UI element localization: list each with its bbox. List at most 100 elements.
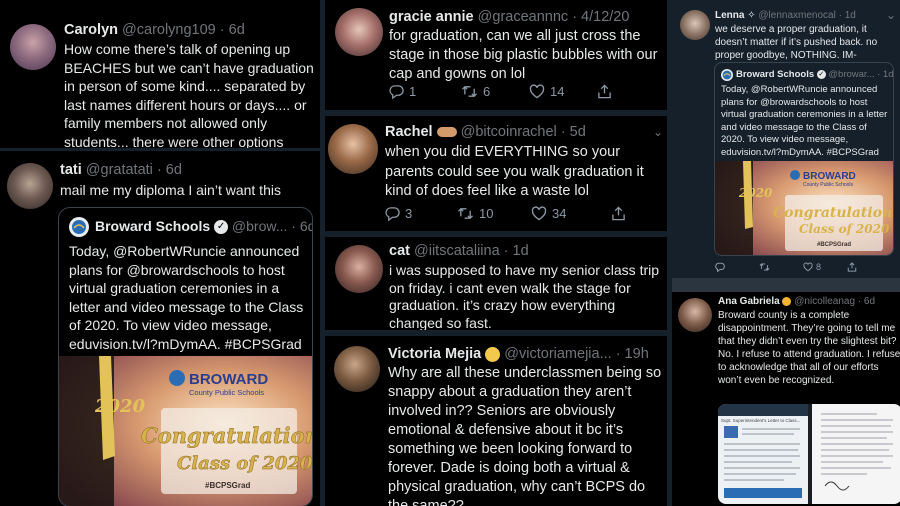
graduation-image[interactable]: BROWARD County Public Schools 2020 Congr…	[59, 356, 312, 506]
tweet-text: How come there’s talk of opening up BEAC…	[64, 41, 314, 148]
retweet-button[interactable]: 10	[457, 206, 531, 221]
author-handle[interactable]: @lennaxmenocal	[758, 10, 835, 21]
tweet-header: cat @iitscataliina · 1d	[389, 243, 529, 259]
reply-icon	[715, 262, 725, 272]
like-button[interactable]: 14	[529, 84, 597, 99]
congratulations-graphic: BROWARD County Public Schools 2020 Congr…	[715, 161, 893, 255]
tweet-ana-gabriela[interactable]: Ana Gabriela @nicolleanag · 6d Broward c…	[672, 292, 900, 506]
avatar[interactable]	[680, 10, 710, 40]
reply-button[interactable]	[715, 262, 759, 272]
avatar[interactable]	[335, 245, 383, 293]
author-handle[interactable]: @bitcoinrachel	[461, 124, 557, 140]
quoted-tweet[interactable]: Broward Schools ✓ @browar... · 1d Today,…	[714, 62, 894, 256]
like-button[interactable]: 8	[803, 262, 847, 272]
author-handle[interactable]: @carolyng109	[122, 22, 216, 38]
letter-screenshot[interactable]: Supt. Superintendent's Letter to Class..…	[718, 404, 808, 504]
reply-button[interactable]: 1	[389, 84, 461, 99]
share-button[interactable]	[847, 262, 857, 272]
author-name[interactable]: Victoria Mejia	[388, 346, 481, 362]
author-name[interactable]: cat	[389, 243, 410, 259]
tweet-time: · 1d	[838, 10, 856, 21]
promo-logo-text: BROWARD	[803, 171, 856, 182]
tweet-time: · 6d	[156, 162, 182, 178]
reply-count: 1	[409, 84, 417, 99]
author-handle: @browar...	[828, 69, 875, 80]
chevron-down-icon[interactable]: ⌄	[653, 125, 663, 139]
tweet-carolyn[interactable]: Carolyn @carolyng109 · 6d How come there…	[0, 0, 320, 148]
quote-text: Today, @RobertWRuncie announced plans fo…	[69, 243, 304, 352]
author-handle[interactable]: @iitscataliina	[414, 243, 500, 259]
tweet-header: Carolyn @carolyng109 · 6d	[64, 22, 245, 38]
avatar[interactable]	[334, 346, 380, 392]
tweet-header: gracie annie @graceannnc · 4/12/20	[389, 9, 629, 25]
author-handle: @brow...	[231, 218, 288, 234]
tweet-text: Broward county is a complete disappointm…	[718, 310, 900, 386]
avatar[interactable]	[328, 124, 378, 174]
author-handle[interactable]: @gratatati	[86, 162, 153, 178]
letter-page[interactable]	[812, 404, 900, 504]
retweet-count: 10	[479, 206, 494, 221]
tweet-gracie-annie[interactable]: gracie annie @graceannnc · 4/12/20 for g…	[325, 0, 667, 110]
share-button[interactable]	[611, 206, 626, 221]
verified-icon: ✓	[214, 220, 229, 235]
quoted-tweet[interactable]: Broward Schools ✓ @brow... · 6d Today, @…	[58, 207, 313, 506]
share-button[interactable]	[597, 84, 612, 99]
author-handle[interactable]: @nicolleanag	[794, 296, 855, 307]
school-logo-icon	[722, 70, 732, 80]
like-count: 14	[550, 84, 565, 99]
author-name[interactable]: Carolyn	[64, 22, 118, 38]
tweet-actions: 3 10 34	[385, 206, 626, 221]
retweet-button[interactable]	[759, 262, 803, 272]
like-count: 8	[816, 262, 822, 272]
tweet-time: · 4/12/20	[572, 9, 630, 25]
avatar[interactable]	[335, 8, 383, 56]
heart-icon	[531, 206, 547, 221]
avatar[interactable]	[678, 298, 712, 332]
author-handle[interactable]: @victoriamejia...	[504, 346, 611, 362]
author-name[interactable]: Ana Gabriela	[718, 296, 780, 307]
tweet-time: · 5d	[560, 124, 586, 140]
reply-icon	[389, 85, 404, 99]
graduation-image[interactable]: BROWARD County Public Schools 2020 Congr…	[715, 161, 893, 255]
avatar[interactable]	[7, 163, 53, 209]
tweet-header: Lenna ✧ @lennaxmenocal · 1d	[715, 10, 856, 21]
tweet-cat[interactable]: cat @iitscataliina · 1d i was supposed t…	[325, 237, 667, 330]
retweet-icon	[462, 85, 477, 98]
author-name[interactable]: Rachel	[385, 124, 433, 140]
attached-images[interactable]: Supt. Superintendent's Letter to Class..…	[718, 404, 900, 504]
reply-icon	[385, 207, 400, 221]
promo-class-line: Class of 2020	[799, 222, 890, 236]
sunflower-emoji-icon	[782, 296, 792, 306]
quote-header: Broward Schools ✓ @brow... · 6d	[95, 218, 312, 235]
letter-lines	[724, 426, 802, 498]
author-handle[interactable]: @graceannnc	[478, 9, 569, 25]
promo-logo-subtext: County Public Schools	[803, 182, 854, 188]
screenshot-right: Lenna ✧ @lennaxmenocal · 1d ⌄ we deserve…	[672, 0, 900, 506]
avatar	[69, 217, 89, 237]
chevron-down-icon[interactable]: ⌄	[886, 8, 896, 22]
author-name[interactable]: tati	[60, 162, 82, 178]
tweet-text: mail me my diploma I ain’t want this	[60, 182, 281, 198]
tweet-header: tati @gratatati · 6d	[60, 162, 182, 178]
author-name[interactable]: gracie annie	[389, 9, 474, 25]
tweet-victoria-mejia[interactable]: Victoria Mejia @victoriamejia... · 19h W…	[325, 336, 667, 506]
reply-count: 3	[405, 206, 413, 221]
tweet-actions: 8	[715, 262, 857, 272]
tweet-rachel[interactable]: Rachel @bitcoinrachel · 5d ⌄ when you di…	[325, 116, 667, 231]
tweet-lenna[interactable]: Lenna ✧ @lennaxmenocal · 1d ⌄ we deserve…	[672, 0, 900, 278]
reply-button[interactable]: 3	[385, 206, 457, 221]
avatar	[721, 69, 733, 81]
like-button[interactable]: 34	[531, 206, 611, 221]
promo-class-line: Class of 2020	[177, 453, 312, 474]
promo-congrats: Congratulations	[141, 423, 312, 448]
retweet-count: 6	[483, 84, 491, 99]
quote-header: Broward Schools ✓ @browar... · 1d	[736, 69, 893, 80]
school-logo-icon	[72, 220, 86, 234]
retweet-button[interactable]: 6	[461, 84, 529, 99]
tweet-tati[interactable]: tati @gratatati · 6d mail me my diploma …	[0, 151, 320, 506]
author-name[interactable]: Lenna ✧	[715, 10, 756, 21]
avatar[interactable]	[10, 24, 56, 70]
promo-logo-subtext: County Public Schools	[189, 388, 264, 397]
quote-text: Today, @RobertWRuncie announced plans fo…	[721, 84, 888, 158]
like-count: 34	[552, 206, 567, 221]
